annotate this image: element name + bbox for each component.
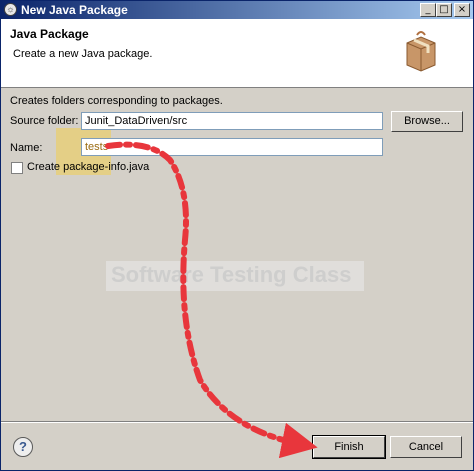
browse-button[interactable]: Browse... — [391, 111, 463, 132]
wizard-description: Create a new Java package. — [13, 48, 153, 60]
window-title: New Java Package — [21, 3, 128, 17]
close-button[interactable]: × — [454, 3, 470, 17]
eclipse-icon: ☼ — [4, 3, 17, 16]
wizard-header: Java Package Create a new Java package. — [1, 19, 473, 88]
source-folder-field[interactable]: Junit_DataDriven/src — [81, 112, 383, 130]
watermark-text: Software Testing Class — [111, 262, 352, 287]
name-field[interactable]: tests — [81, 138, 383, 156]
help-icon[interactable]: ? — [13, 437, 33, 457]
cancel-button[interactable]: Cancel — [390, 436, 462, 458]
create-package-info-checkbox[interactable] — [11, 162, 23, 174]
footer-separator — [1, 421, 473, 423]
title-bar[interactable]: ☼ New Java Package _ □ × — [1, 1, 473, 19]
wizard-title: Java Package — [10, 27, 89, 41]
name-label: Name: — [10, 142, 43, 154]
maximize-button[interactable]: □ — [436, 3, 452, 17]
intro-text: Creates folders corresponding to package… — [10, 95, 223, 107]
minimize-button[interactable]: _ — [420, 3, 436, 17]
create-package-info-label[interactable]: Create package-info.java — [27, 161, 149, 173]
package-icon — [406, 31, 436, 72]
source-folder-label: Source folder: — [10, 115, 79, 127]
finish-button[interactable]: Finish — [312, 435, 386, 459]
new-java-package-dialog: ☼ New Java Package _ □ × Java Package Cr… — [0, 0, 474, 471]
